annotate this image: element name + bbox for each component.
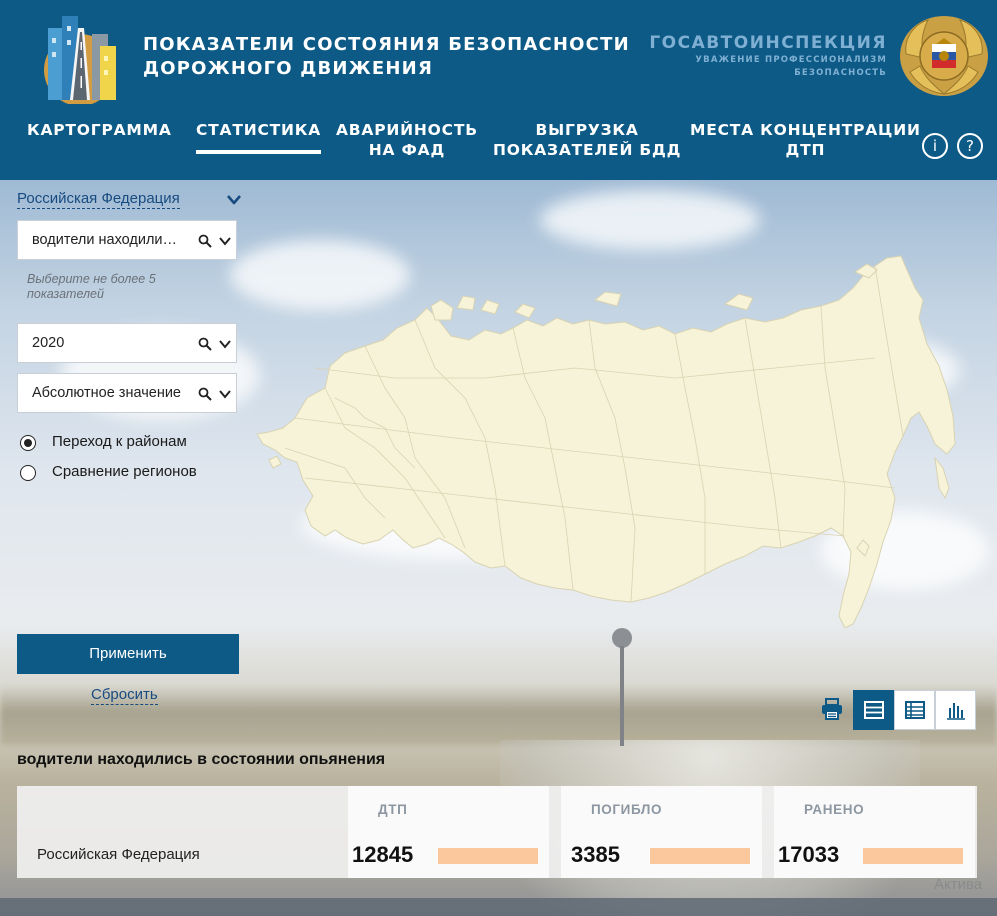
metric-accidents-header: ДТП bbox=[378, 802, 408, 817]
region-selector[interactable]: Российская Федерация bbox=[17, 189, 180, 209]
info-icon[interactable]: i bbox=[922, 133, 948, 159]
site-title-line2: ДОРОЖНОГО ДВИЖЕНИЯ bbox=[143, 58, 434, 79]
nav-concentration-line1: МЕСТА КОНЦЕНТРАЦИИ bbox=[690, 121, 921, 139]
nav-statistics-label: СТАТИСТИКА bbox=[196, 121, 322, 139]
reset-link[interactable]: Сбросить bbox=[91, 685, 158, 705]
chevron-down-icon[interactable] bbox=[226, 193, 242, 207]
indicator-hint: Выберите не более 5 показателей bbox=[27, 272, 156, 301]
metric-accidents-value: 12845 bbox=[352, 842, 414, 867]
road-sign-post bbox=[612, 628, 632, 746]
apply-button[interactable]: Применить bbox=[17, 634, 239, 674]
table-icon bbox=[905, 701, 925, 719]
radio-compare-regions-label: Сравнение регионов bbox=[52, 463, 197, 480]
chevron-down-icon bbox=[219, 340, 231, 349]
search-icon bbox=[198, 337, 212, 351]
table-view-button[interactable] bbox=[894, 690, 935, 730]
road-buildings-logo[interactable] bbox=[40, 8, 120, 104]
metric-killed-bar bbox=[650, 848, 750, 864]
radio-circle[interactable] bbox=[20, 465, 36, 481]
metric-killed: ПОГИБЛО 3385 bbox=[561, 786, 762, 878]
metric-injured: РАНЕНО 17033 bbox=[774, 786, 975, 878]
indicator-select[interactable]: водители находились в состоянии опьянени… bbox=[17, 220, 237, 260]
metric-accidents: ДТП 12845 bbox=[348, 786, 549, 878]
nav-accidents-fad[interactable]: АВАРИЙНОСТЬ НА ФАД bbox=[336, 120, 478, 160]
nav-cartogram-label: КАРТОГРАММА bbox=[27, 121, 172, 139]
nav-cartogram[interactable]: КАРТОГРАММА bbox=[27, 120, 172, 140]
search-icon bbox=[198, 387, 212, 401]
list-view-button[interactable] bbox=[853, 690, 894, 730]
nav-accidents-fad-line2: НА ФАД bbox=[368, 141, 446, 159]
metric-injured-value: 17033 bbox=[778, 842, 840, 867]
nav-statistics[interactable]: СТАТИСТИКА bbox=[196, 120, 322, 154]
chevron-down-icon bbox=[219, 390, 231, 399]
russia-map[interactable] bbox=[255, 248, 960, 628]
brand-name: ГОСАВТОИНСПЕКЦИЯ bbox=[649, 33, 887, 53]
radio-circle-checked[interactable] bbox=[20, 435, 36, 451]
list-icon bbox=[864, 701, 884, 719]
nav-export-line1: ВЫГРУЗКА bbox=[535, 121, 639, 139]
brand-motto-line2: БЕЗОПАСНОСТЬ bbox=[794, 68, 887, 78]
site-header: ПОКАЗАТЕЛИ СОСТОЯНИЯ БЕЗОПАСНОСТИ ДОРОЖН… bbox=[0, 0, 997, 180]
activation-watermark: Актива bbox=[934, 876, 983, 893]
nav-export-line2: ПОКАЗАТЕЛЕЙ БДД bbox=[493, 141, 682, 159]
results-title: водители находились в состоянии опьянени… bbox=[17, 751, 386, 768]
year-select-value: 2020 bbox=[32, 335, 65, 351]
metric-injured-header: РАНЕНО bbox=[804, 802, 865, 817]
cloud bbox=[540, 190, 760, 250]
metric-injured-bar bbox=[863, 848, 963, 864]
metric-accidents-bar bbox=[438, 848, 538, 864]
search-icon bbox=[198, 234, 212, 248]
site-title-line1: ПОКАЗАТЕЛИ СОСТОЯНИЯ БЕЗОПАСНОСТИ bbox=[143, 34, 630, 55]
nav-accidents-fad-line1: АВАРИЙНОСТЬ bbox=[336, 121, 478, 139]
brand-motto-line1: УВАЖЕНИЕ ПРОФЕССИОНАЛИЗМ bbox=[695, 55, 887, 65]
year-select[interactable]: 2020 bbox=[17, 323, 237, 363]
traffic-police-emblem-icon bbox=[900, 16, 988, 96]
metric-killed-value: 3385 bbox=[571, 842, 620, 867]
bar-chart-icon bbox=[947, 703, 965, 720]
nav-concentration-line2: ДТП bbox=[785, 141, 826, 159]
brand-block: ГОСАВТОИНСПЕКЦИЯ УВАЖЕНИЕ ПРОФЕССИОНАЛИЗ… bbox=[649, 33, 887, 79]
indicator-select-value: водители находились в состоянии опьянени… bbox=[32, 232, 182, 248]
help-icon[interactable]: ? bbox=[957, 133, 983, 159]
metric-killed-header: ПОГИБЛО bbox=[591, 802, 663, 817]
site-title: ПОКАЗАТЕЛИ СОСТОЯНИЯ БЕЗОПАСНОСТИ ДОРОЖН… bbox=[143, 33, 630, 81]
nav-export[interactable]: ВЫГРУЗКА ПОКАЗАТЕЛЕЙ БДД bbox=[493, 120, 681, 160]
chart-view-button[interactable] bbox=[935, 690, 976, 730]
value-type-select[interactable]: Абсолютное значение bbox=[17, 373, 237, 413]
radio-districts-label: Переход к районам bbox=[52, 433, 187, 450]
value-type-select-value: Абсолютное значение bbox=[32, 385, 181, 401]
nav-concentration[interactable]: МЕСТА КОНЦЕНТРАЦИИ ДТП bbox=[690, 120, 921, 160]
print-icon[interactable] bbox=[820, 697, 844, 721]
chevron-down-icon bbox=[219, 237, 231, 246]
bottom-strip bbox=[0, 898, 997, 916]
results-table: Российская Федерация ДТП 12845 ПОГИБЛО 3… bbox=[17, 786, 977, 878]
results-row-region: Российская Федерация bbox=[37, 846, 200, 863]
